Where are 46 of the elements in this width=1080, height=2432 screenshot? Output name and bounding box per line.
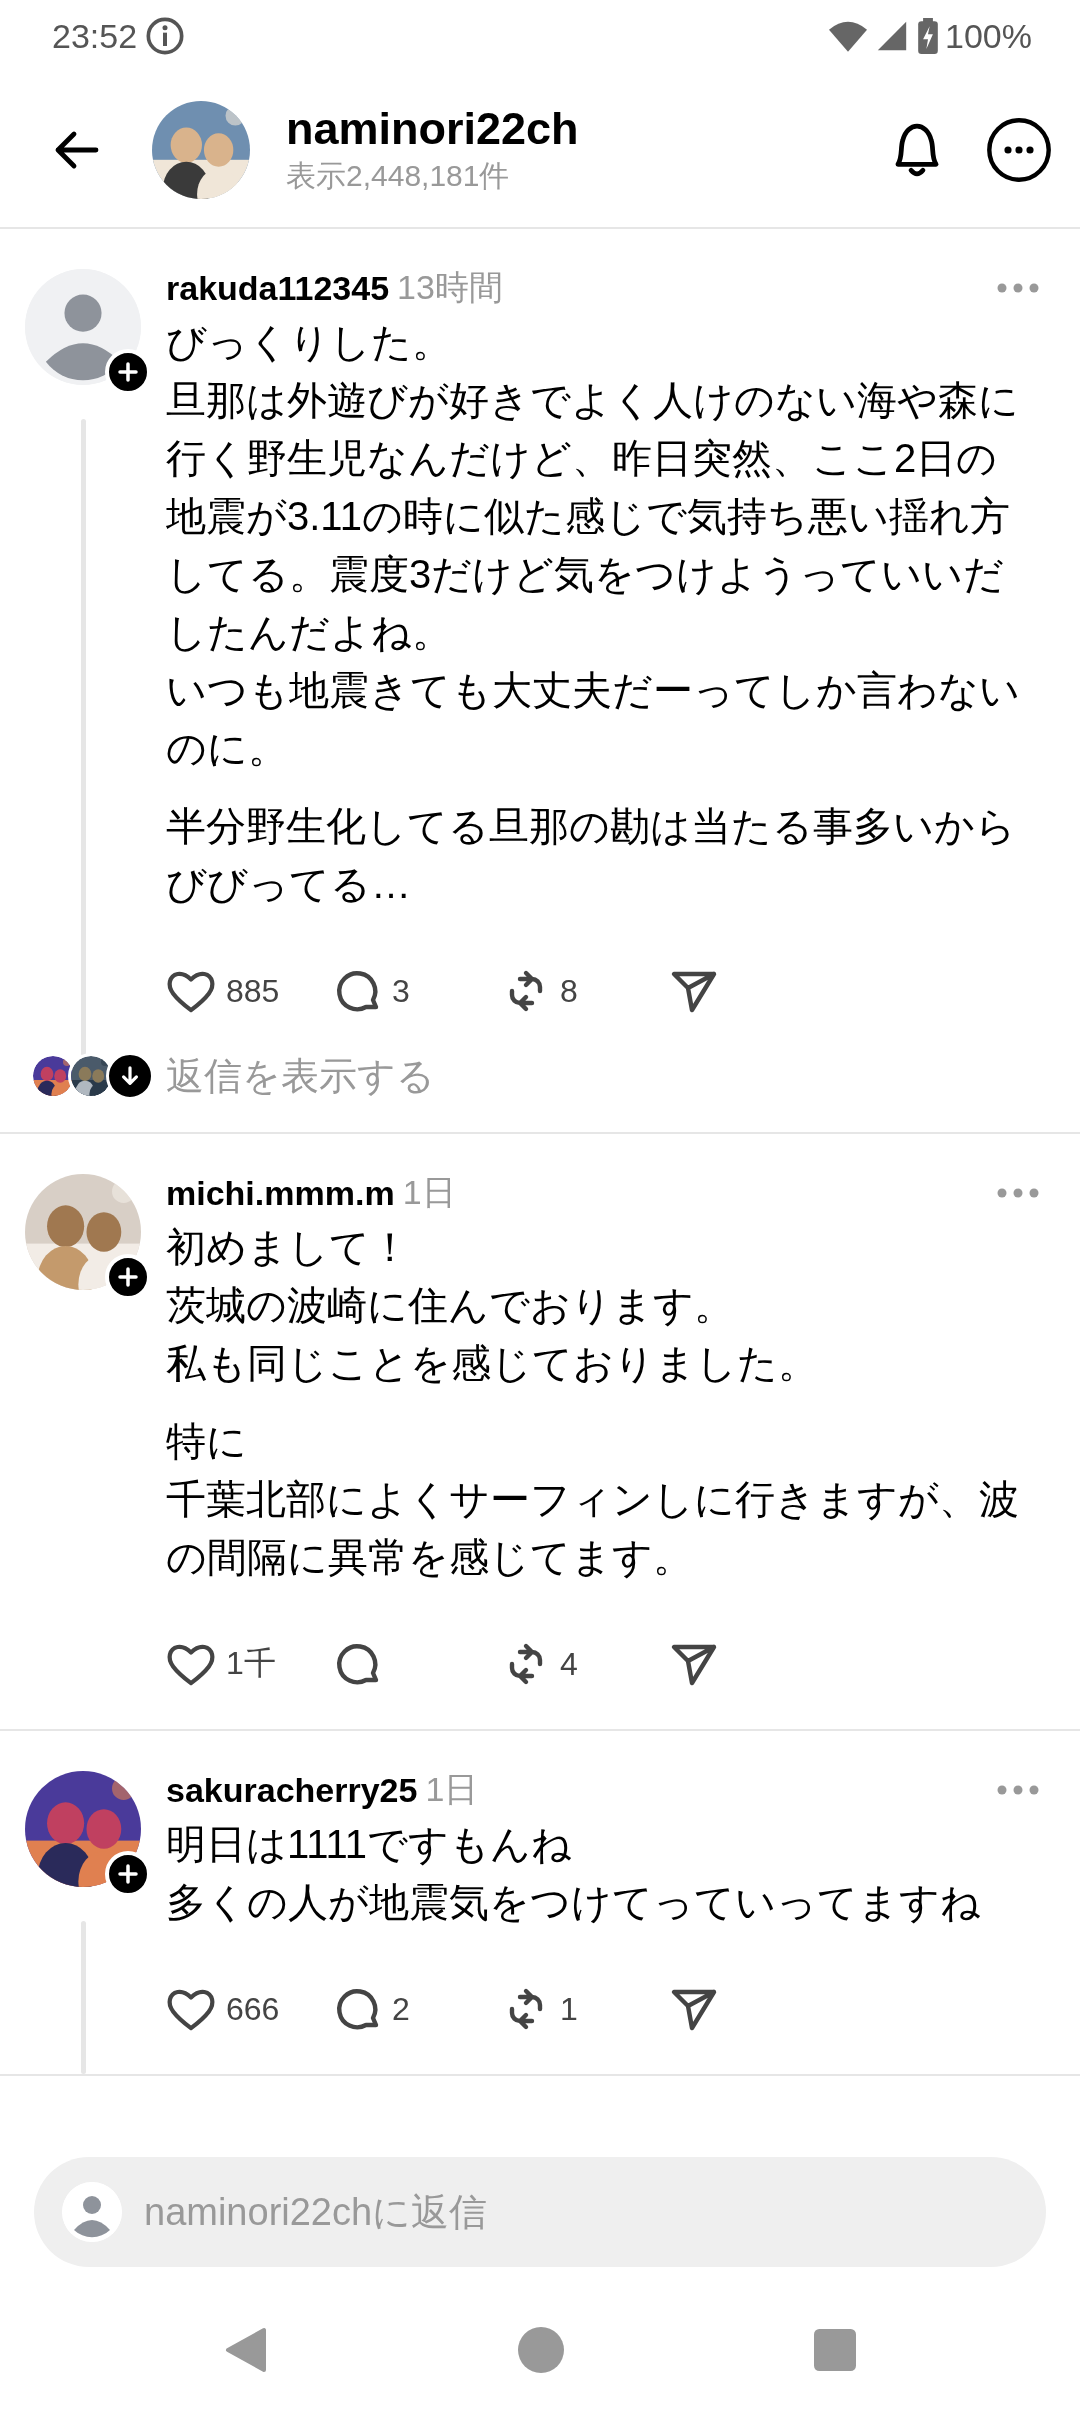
like-button[interactable]: 666 bbox=[166, 1986, 294, 2032]
like-button[interactable]: 1千 bbox=[166, 1641, 294, 1687]
repost-button[interactable]: 8 bbox=[502, 967, 630, 1015]
post-text-line: してる。震度3だけど気をつけようっていいだ bbox=[166, 551, 1006, 598]
battery-icon bbox=[917, 18, 940, 54]
post-text-line: 半分野生化してる旦那の勘は当たる事多いから bbox=[166, 803, 1017, 850]
post-text-line: の間隔に異常を感じてます。 bbox=[166, 1534, 694, 1581]
username[interactable]: michi.mmm.m bbox=[166, 1173, 395, 1213]
repost-button[interactable]: 4 bbox=[502, 1640, 630, 1688]
wifi-icon bbox=[829, 20, 868, 52]
battery-percent: 100% bbox=[945, 16, 1032, 56]
post-text-line: 千葉北部によくサーフィンしに行きますが、波 bbox=[166, 1476, 1020, 1523]
post-text-line: 多くの人が地震気をつけてっていってますね bbox=[166, 1879, 982, 1926]
username[interactable]: sakuracherry25 bbox=[166, 1770, 418, 1810]
home-nav-icon[interactable] bbox=[518, 2326, 564, 2373]
post-text-line: びびってる… bbox=[166, 861, 412, 908]
profile-username: naminori22ch bbox=[286, 102, 579, 156]
back-nav-icon[interactable] bbox=[224, 2325, 268, 2374]
post-text-line: 行く野生児なんだけど、昨日突然、ここ2日の bbox=[166, 435, 999, 482]
post-text-line: いつも地震きても大丈夫だーってしか言わない bbox=[166, 667, 1021, 714]
view-count: 表示2,448,181件 bbox=[286, 158, 511, 194]
username[interactable]: rakuda112345 bbox=[166, 268, 390, 308]
post-text-line: びっくりした。 bbox=[166, 319, 453, 366]
post-text-line: のに。 bbox=[166, 725, 289, 772]
status-time: 23:52 bbox=[52, 16, 138, 56]
post-text-line: 茨城の波崎に住んでおります。 bbox=[166, 1282, 735, 1329]
post-text-line: 私も同じことを感じておりました。 bbox=[166, 1340, 819, 1387]
plus-icon bbox=[116, 360, 140, 384]
post-text-line: したんだよね。 bbox=[166, 609, 453, 656]
more-icon[interactable] bbox=[986, 116, 1052, 183]
repost-button[interactable]: 1 bbox=[502, 1985, 630, 2033]
post-time: 1日 bbox=[425, 1769, 479, 1810]
reply-button[interactable]: 2 bbox=[334, 1985, 462, 2033]
plus-icon bbox=[116, 1862, 140, 1886]
reply-button[interactable]: 3 bbox=[334, 967, 462, 1015]
recents-nav-icon[interactable] bbox=[814, 2328, 856, 2371]
post-text-line: 特に bbox=[166, 1418, 248, 1465]
info-icon bbox=[145, 16, 186, 56]
post-text-line: 初めまして！ bbox=[166, 1224, 411, 1271]
post-text-line: 明日は1111ですもんね bbox=[166, 1821, 574, 1868]
plus-icon bbox=[116, 1265, 140, 1289]
post-text-line: 地震が3.11の時に似た感じで気持ち悪い揺れ方 bbox=[166, 493, 1011, 540]
post-time: 13時間 bbox=[397, 267, 503, 308]
like-button[interactable]: 885 bbox=[166, 968, 294, 1014]
post-time: 1日 bbox=[402, 1172, 456, 1213]
post-text-line: 旦那は外遊びが好きでよく人けのない海や森に bbox=[166, 377, 1020, 424]
